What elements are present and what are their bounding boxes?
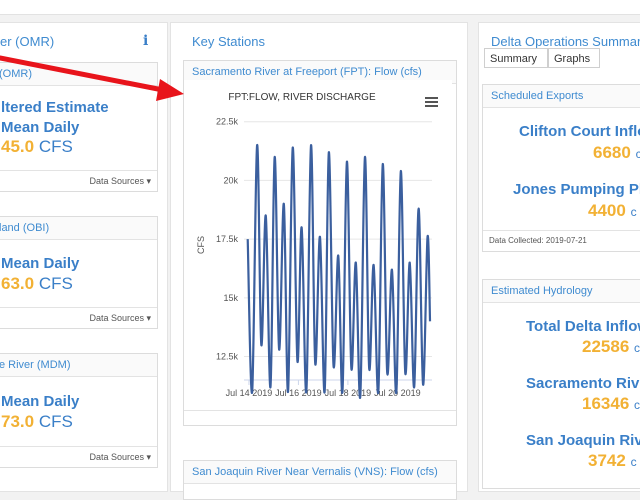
- arrow-shaft: [0, 55, 171, 94]
- annotation-arrow: [0, 55, 184, 101]
- arrow-head-icon: [156, 79, 184, 101]
